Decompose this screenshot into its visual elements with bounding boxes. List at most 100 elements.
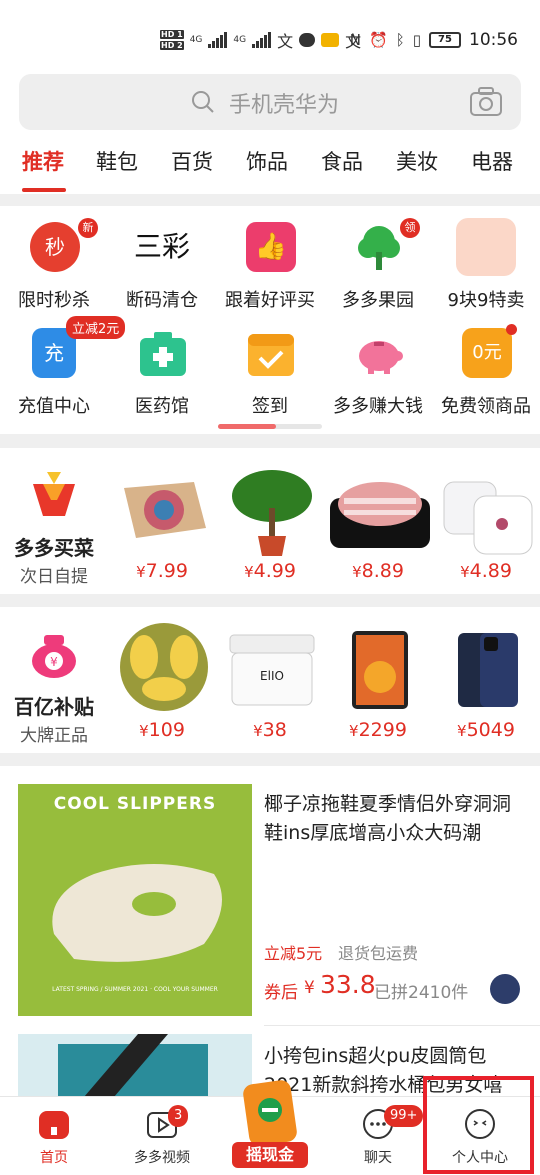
sold-count: 已拼2410件 xyxy=(374,983,469,1003)
cartoon-face-icon xyxy=(456,218,516,276)
status-bar: HD 1 HD 2 4G 4G 文 文 N ⏰ ᛒ ▯ 75 10:56 xyxy=(0,0,540,78)
vibrate-icon: ▯ xyxy=(412,31,421,49)
return-tag: 退货包运费 xyxy=(338,944,419,963)
product-price: ¥109 xyxy=(139,719,185,741)
product-price: ¥38 xyxy=(253,719,287,741)
currency-symbol: ¥ xyxy=(304,978,315,998)
product-price: 33.8 xyxy=(320,970,376,999)
search-placeholder: 手机壳华为 xyxy=(229,93,340,118)
quick-item-label: 多多赚大钱 xyxy=(333,396,423,417)
product-ipad-image[interactable] xyxy=(330,617,430,717)
money-bag-icon: ¥ xyxy=(32,635,76,678)
carrot-icon xyxy=(33,472,75,516)
hd2-label: HD 2 xyxy=(160,41,184,50)
product-price: ¥5049 xyxy=(457,719,515,741)
image-banner-text: COOL SLIPPERS xyxy=(53,794,217,814)
quick-item-label: 签到 xyxy=(252,396,288,417)
quick-item-label: 免费领商品 xyxy=(441,396,531,417)
discount-tag: 立减5元 xyxy=(264,944,323,963)
promo-title: 百亿补贴 xyxy=(14,695,94,719)
search-input[interactable]: 手机壳华为 xyxy=(19,74,521,130)
shake-cash-icon xyxy=(243,1080,297,1146)
red-dot xyxy=(506,324,517,335)
quick-item-label: 9块9特卖 xyxy=(447,290,525,311)
active-tab-indicator xyxy=(22,188,66,192)
product-price: ¥7.99 xyxy=(136,560,188,582)
tab-recommend[interactable]: 推荐 xyxy=(22,146,64,176)
signal-1-icon xyxy=(208,32,228,48)
avatar xyxy=(490,974,520,1004)
product-slippers-image[interactable]: COOL SLIPPERS LATEST SPRING / SUMMER 202… xyxy=(18,784,252,1016)
divider xyxy=(264,1025,540,1026)
product-iphone-image[interactable] xyxy=(438,617,538,717)
product-rug-image[interactable] xyxy=(114,458,214,558)
tab-food[interactable]: 食品 xyxy=(321,146,363,176)
product-mask-jar-image[interactable]: ElIO xyxy=(222,617,322,717)
chat-badge: 99+ xyxy=(384,1105,424,1127)
nav-shake-cash[interactable]: 摇现金 xyxy=(226,1078,314,1174)
quick-item-checkin[interactable]: 签到 xyxy=(216,312,324,420)
nav-home[interactable]: 首页 xyxy=(0,1097,108,1175)
quick-item-earn-money[interactable]: 多多赚大钱 xyxy=(324,312,432,420)
medical-kit-icon xyxy=(140,332,186,376)
promo-strip-subsidy[interactable]: ¥ 百亿补贴 大牌正品 ¥109 ElIO ¥38 ¥2299 ¥5049 xyxy=(0,607,540,753)
product-title[interactable]: 椰子凉拖鞋夏季情侣外穿洞洞鞋ins厚底增高小众大码潮 xyxy=(264,790,526,848)
promo-subtitle: 大牌正品 xyxy=(20,726,88,746)
quick-entry-grid: 秒 新 限时秒杀 三彩 断码清仓 👍 跟着好评买 领 多多果园 9块9特卖 充 … xyxy=(0,206,540,434)
promo-strip-vegetables[interactable]: 多多买菜 次日自提 ¥7.99 ¥4.99 ¥8.89 ¥4.89 xyxy=(0,448,540,594)
promo-title: 多多买菜 xyxy=(14,536,94,560)
tab-electronics[interactable]: 电器 xyxy=(471,146,513,176)
tab-general-goods[interactable]: 百货 xyxy=(171,146,213,176)
clock-time: 10:56 xyxy=(469,30,518,50)
network-1-label: 4G xyxy=(189,35,203,45)
alarm-clock-icon: 秒 xyxy=(30,222,80,272)
home-icon xyxy=(39,1111,69,1139)
wechat-notif-icon xyxy=(299,33,316,47)
tab-shoes-bags[interactable]: 鞋包 xyxy=(96,146,138,176)
product-dishes-image[interactable] xyxy=(438,458,538,558)
hd1-label: HD 1 xyxy=(160,30,184,39)
quick-item-label: 断码清仓 xyxy=(126,290,198,311)
quick-item-9yuan-sale[interactable]: 9块9特卖 xyxy=(432,206,540,314)
quick-item-pharmacy[interactable]: 医药馆 xyxy=(108,312,216,420)
quick-item-label: 充值中心 xyxy=(18,396,90,417)
product-price: ¥2299 xyxy=(349,719,407,741)
hd-indicator: HD 1 HD 2 xyxy=(160,29,184,51)
product-bag-image[interactable] xyxy=(18,1034,252,1104)
camera-icon[interactable] xyxy=(469,86,503,118)
calendar-check-icon xyxy=(248,334,294,376)
nav-chat[interactable]: 99+ 聊天 xyxy=(324,1097,432,1175)
quick-item-good-reviews[interactable]: 👍 跟着好评买 xyxy=(216,206,324,314)
video-badge: 3 xyxy=(168,1105,189,1127)
svg-text:¥: ¥ xyxy=(50,655,58,669)
quick-item-label: 多多果园 xyxy=(342,290,414,311)
quick-item-recharge[interactable]: 充 立减2元 充值中心 xyxy=(0,312,126,420)
product-price: ¥8.89 xyxy=(352,560,404,582)
quick-item-orchard[interactable]: 领 多多果园 xyxy=(324,206,432,314)
sancai-logo: 三彩 xyxy=(133,230,190,263)
nav-label: 多多视频 xyxy=(134,1150,190,1166)
nfc-icon: N xyxy=(349,31,362,49)
quick-item-flash-sale[interactable]: 秒 新 限时秒杀 xyxy=(0,206,108,314)
product-plant-image[interactable] xyxy=(222,458,322,558)
product-durian-image[interactable] xyxy=(114,617,214,717)
piggy-bank-icon xyxy=(359,341,403,374)
tab-accessories[interactable]: 饰品 xyxy=(246,146,288,176)
quick-item-label: 跟着好评买 xyxy=(225,290,315,311)
promo-subtitle: 次日自提 xyxy=(20,567,88,587)
claim-badge: 领 xyxy=(400,218,420,238)
quick-item-clearance[interactable]: 三彩 断码清仓 xyxy=(108,206,216,314)
quick-item-free-goods[interactable]: 0元 免费领商品 xyxy=(432,312,540,420)
nav-label: 聊天 xyxy=(364,1150,392,1166)
product-pork-image[interactable] xyxy=(330,458,430,558)
product-feed: COOL SLIPPERS LATEST SPRING / SUMMER 202… xyxy=(0,766,540,1104)
tab-beauty[interactable]: 美妆 xyxy=(396,146,438,176)
nav-video[interactable]: 3 多多视频 xyxy=(108,1097,216,1175)
battery-icon: 75 xyxy=(429,32,461,48)
nav-label: 首页 xyxy=(40,1150,68,1166)
signal-2-icon xyxy=(252,32,272,48)
grid-scroll-indicator xyxy=(218,424,322,429)
product-price: ¥4.99 xyxy=(244,560,296,582)
product-price: ¥4.89 xyxy=(460,560,512,582)
quick-item-label: 限时秒杀 xyxy=(18,290,90,311)
